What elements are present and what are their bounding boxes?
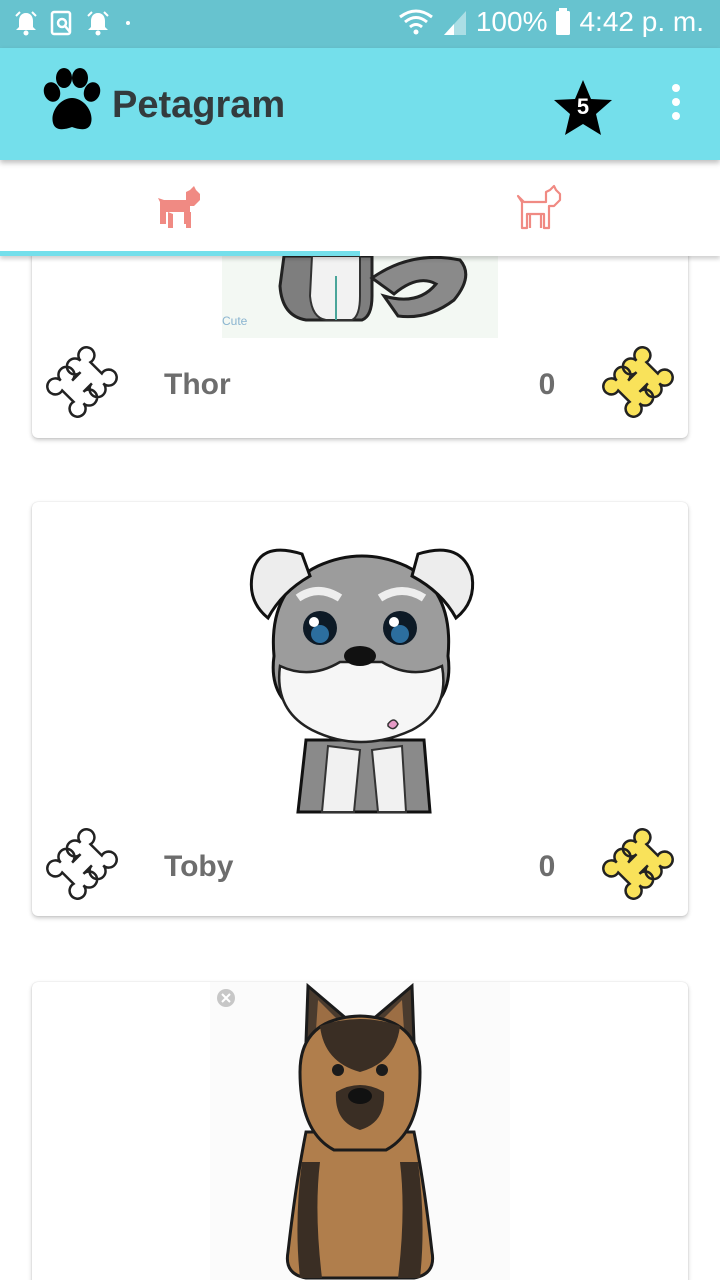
bone-outline-icon [46, 828, 118, 900]
pet-photo [222, 530, 498, 816]
status-left [14, 10, 134, 36]
pet-photo [210, 982, 510, 1280]
pet-likes-count: 0 [538, 368, 556, 401]
like-button[interactable] [46, 346, 118, 418]
app-title: Petagram [112, 84, 286, 126]
tab-selected-indicator [0, 251, 360, 256]
pet-card: Toby 0 [32, 502, 688, 916]
pet-card [32, 982, 688, 1280]
favorites-button[interactable]: 5 [552, 78, 614, 138]
tab-bar [0, 160, 720, 256]
dog-outline-icon [516, 184, 562, 230]
pet-card: Cute Thor 0 [32, 256, 688, 438]
signal-icon [442, 7, 468, 37]
tab-pet-profile[interactable] [360, 160, 720, 256]
menu-dot [672, 84, 680, 92]
screen-search-icon [50, 10, 74, 36]
bone-outline-icon [46, 346, 118, 418]
alarm-icon [14, 10, 38, 36]
status-bar: 100% 4:42 p. m. [0, 0, 720, 48]
more-vert-icon[interactable] [660, 84, 692, 124]
alarm-icon [86, 10, 110, 36]
menu-dot [672, 112, 680, 120]
photo-caption: Cute [222, 314, 248, 328]
like-button[interactable] [46, 828, 118, 900]
petagram-screen: 100% 4:42 p. m. Petagram 5 Cute Thor 0 T… [0, 0, 720, 1280]
pets-list[interactable]: Cute Thor 0 Toby 0 [0, 256, 720, 1280]
battery-percent: 100% [475, 6, 548, 37]
pet-name: Thor [164, 368, 231, 401]
wifi-icon [398, 7, 434, 37]
battery-icon [555, 7, 571, 37]
paw-icon [40, 66, 104, 136]
likes-bone-icon [602, 828, 674, 900]
favorites-count: 5 [576, 94, 590, 119]
pet-name: Toby [164, 850, 234, 883]
pet-photo: Cute [222, 256, 498, 338]
dog-filled-icon [158, 186, 200, 228]
status-right: 100% 4:42 p. m. [398, 6, 704, 38]
dot-icon [122, 10, 134, 36]
pet-likes-count: 0 [538, 850, 556, 883]
tab-pets-list[interactable] [0, 160, 360, 256]
likes-bone-icon [602, 346, 674, 418]
menu-dot [672, 98, 680, 106]
clock: 4:42 p. m. [579, 6, 704, 37]
app-bar: Petagram 5 [0, 48, 720, 160]
